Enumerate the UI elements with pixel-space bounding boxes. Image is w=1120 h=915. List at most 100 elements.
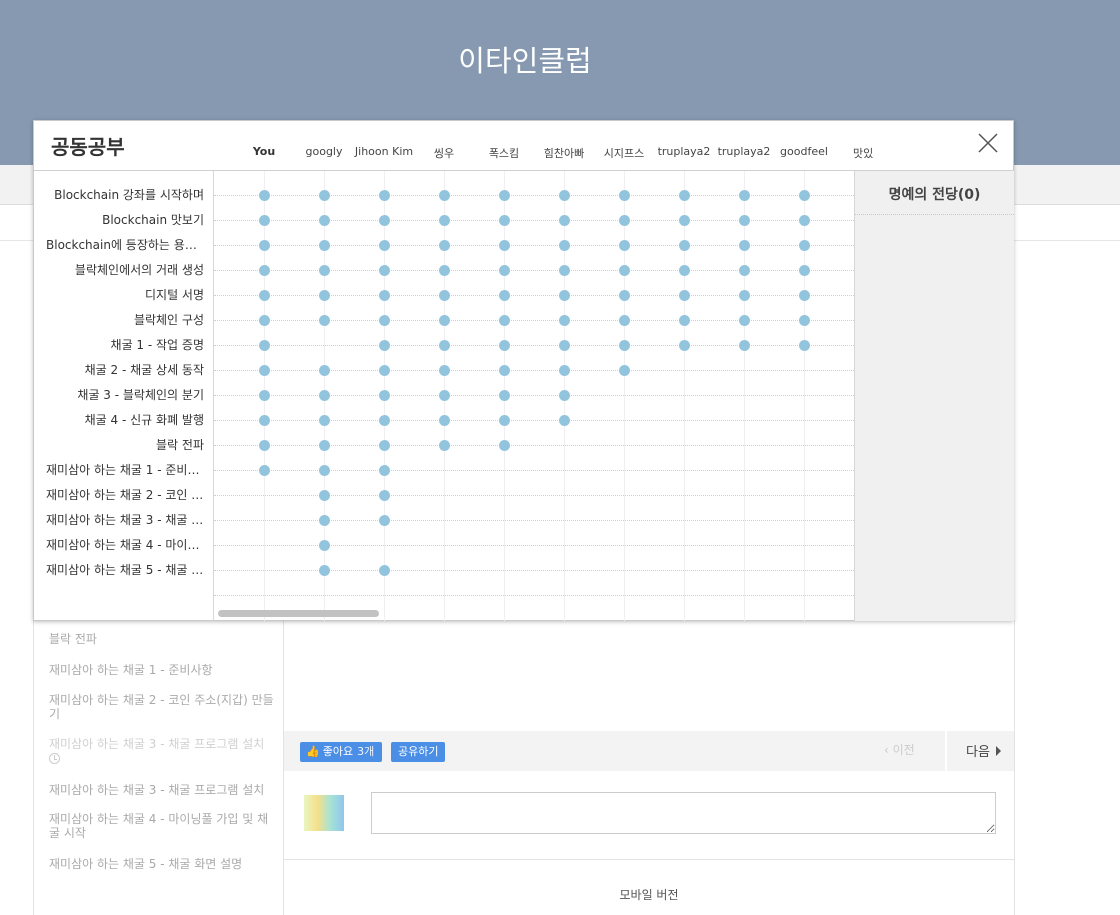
- completed-dot: [799, 240, 810, 251]
- completed-dot: [439, 290, 450, 301]
- completed-dot: [739, 315, 750, 326]
- completed-dot: [799, 340, 810, 351]
- user-column-header: 시지프스: [603, 147, 645, 160]
- completed-dot: [619, 215, 630, 226]
- completed-dot: [439, 215, 450, 226]
- modal-title: 공동공부: [51, 135, 125, 159]
- completed-dot: [619, 190, 630, 201]
- next-button[interactable]: 다음: [966, 741, 1001, 760]
- completed-dot: [439, 265, 450, 276]
- completed-dot: [499, 365, 510, 376]
- site-title[interactable]: 이타인클럽: [0, 38, 1050, 80]
- completed-dot: [499, 415, 510, 426]
- horizontal-scrollbar[interactable]: [218, 610, 379, 617]
- lesson-row-label: 재미삼아 하는 채굴 3 - 채굴 프로그램 설치: [46, 513, 204, 527]
- close-icon[interactable]: [976, 131, 1000, 155]
- completed-dot: [799, 215, 810, 226]
- completed-dot: [439, 390, 450, 401]
- completed-dot: [259, 365, 270, 376]
- completed-dot: [499, 315, 510, 326]
- completed-dot: [679, 340, 690, 351]
- lesson-row-label: 블락체인에서의 거래 생성: [74, 263, 204, 277]
- share-button[interactable]: 공유하기: [391, 742, 446, 762]
- completed-dot: [379, 315, 390, 326]
- lesson-row-label: 블락체인 구성: [133, 313, 204, 327]
- completed-dot: [799, 190, 810, 201]
- grid-line: [684, 171, 685, 621]
- grid-line: [214, 195, 854, 196]
- completed-dot: [379, 190, 390, 201]
- avatar: [304, 795, 344, 831]
- completed-dot: [379, 465, 390, 476]
- lesson-row-label: 채굴 4 - 신규 화폐 발행: [84, 413, 204, 427]
- completed-dot: [259, 465, 270, 476]
- completed-dot: [439, 415, 450, 426]
- user-column-header: 폭스킴: [488, 147, 520, 160]
- completed-dot: [319, 365, 330, 376]
- completed-dot: [679, 315, 690, 326]
- lesson-row-label: 재미삼아 하는 채굴 5 - 채굴 화면 설명: [46, 563, 204, 577]
- completed-dot: [619, 340, 630, 351]
- lesson-row-label: 재미삼아 하는 채굴 2 - 코인 주소(지갑) 만들기: [46, 488, 204, 502]
- completed-dot: [499, 390, 510, 401]
- completed-dot: [619, 240, 630, 251]
- completed-dot: [619, 265, 630, 276]
- prev-button[interactable]: ‹ 이전: [884, 741, 915, 758]
- completed-dot: [679, 215, 690, 226]
- lesson-item-current[interactable]: 재미삼아 하는 채굴 3 - 채굴 프로그램 설치: [49, 737, 274, 765]
- completed-dot: [559, 340, 570, 351]
- action-bar: 👍 좋아요 3개 공유하기 ‹ 이전 다음: [284, 731, 1014, 771]
- lesson-item[interactable]: 재미삼아 하는 채굴 2 - 코인 주소(지갑) 만들기: [49, 693, 274, 721]
- divider: [855, 214, 1014, 215]
- lesson-item[interactable]: 블락 전파: [49, 632, 274, 646]
- completed-dot: [319, 515, 330, 526]
- hall-of-fame-panel: 명예의 전당(0): [854, 171, 1014, 621]
- lesson-row-label: Blockchain에 등장하는 용어들: [46, 238, 204, 252]
- lesson-row-label: Blockchain 맛보기: [102, 213, 204, 227]
- lesson-item[interactable]: 재미삼아 하는 채굴 5 - 채굴 화면 설명: [49, 857, 274, 871]
- user-column-header: truplaya2: [657, 145, 711, 158]
- main-content: 👍 좋아요 3개 공유하기 ‹ 이전 다음 모바일 버전: [284, 620, 1015, 915]
- lesson-item[interactable]: 재미삼아 하는 채굴 3 - 채굴 프로그램 설치: [49, 783, 274, 797]
- completed-dot: [439, 240, 450, 251]
- comment-input[interactable]: [371, 792, 996, 834]
- completed-dot: [319, 465, 330, 476]
- completed-dot: [319, 215, 330, 226]
- completed-dot: [319, 565, 330, 576]
- lesson-row-label: 채굴 2 - 채굴 상세 동작: [84, 363, 204, 377]
- completed-dot: [799, 290, 810, 301]
- completed-dot: [319, 490, 330, 501]
- grid-line: [214, 495, 854, 496]
- completed-dot: [379, 440, 390, 451]
- completed-dot: [739, 290, 750, 301]
- grid-line: [214, 345, 854, 346]
- grid-line: [214, 470, 854, 471]
- clock-icon: [49, 753, 60, 764]
- completed-dot: [739, 340, 750, 351]
- separator: [945, 731, 947, 771]
- completed-dot: [379, 415, 390, 426]
- grid-line: [214, 520, 854, 521]
- completed-dot: [679, 190, 690, 201]
- completed-dot: [379, 215, 390, 226]
- lesson-row-label: 재미삼아 하는 채굴 4 - 마이닝풀 가입 및 채굴 시작: [46, 538, 204, 552]
- grid-line: [624, 171, 625, 621]
- grid-line: [214, 220, 854, 221]
- lesson-item[interactable]: 재미삼아 하는 채굴 4 - 마이닝풀 가입 및 채굴 시작: [49, 812, 274, 840]
- user-column-header: 씽우: [433, 147, 455, 160]
- grid-line: [214, 570, 854, 571]
- like-button[interactable]: 👍 좋아요 3개: [300, 742, 383, 762]
- lesson-item[interactable]: 재미삼아 하는 채굴 1 - 준비사항: [49, 663, 274, 677]
- completed-dot: [439, 315, 450, 326]
- completed-dot: [379, 340, 390, 351]
- completed-dot: [379, 565, 390, 576]
- completed-dot: [499, 265, 510, 276]
- completed-dot: [559, 415, 570, 426]
- divider: [284, 859, 1014, 860]
- mobile-version-link[interactable]: 모바일 버전: [284, 886, 1014, 903]
- lesson-row-label: Blockchain 강좌를 시작하며: [54, 188, 204, 202]
- chevron-right-icon: [995, 746, 1001, 756]
- completed-dot: [739, 190, 750, 201]
- completed-dot: [439, 190, 450, 201]
- lesson-row-label: 디지털 서명: [144, 288, 204, 302]
